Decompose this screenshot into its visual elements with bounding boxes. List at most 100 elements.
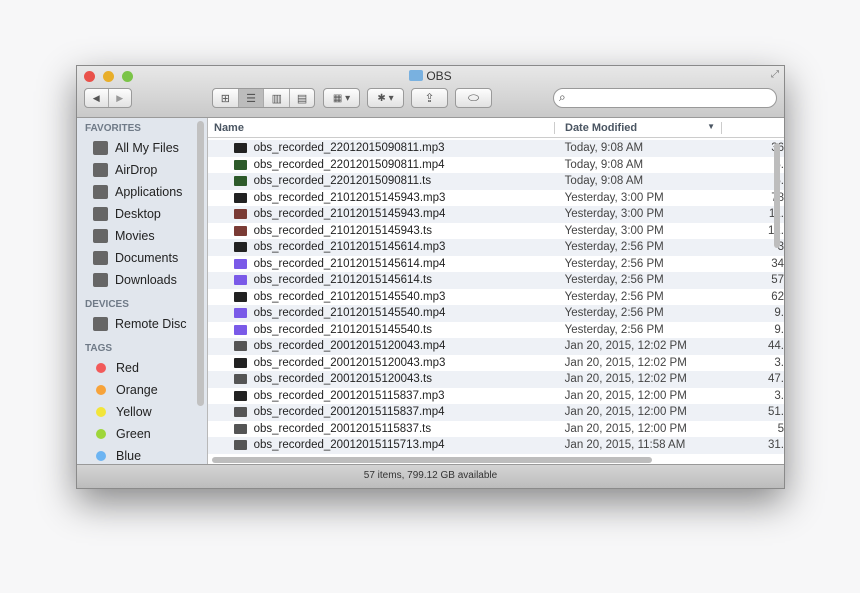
share-button[interactable]: ⇪ — [411, 88, 448, 108]
sidebar-item-movies[interactable]: Movies — [77, 225, 207, 247]
file-row[interactable]: obs_recorded_22012015090811.mp4 Today, 9:… — [208, 157, 784, 174]
file-row[interactable]: obs_recorded_20012015115713.mp4 Jan 20, 2… — [208, 437, 784, 454]
file-name: obs_recorded_22012015090811.mp3 — [253, 142, 445, 155]
file-name: obs_recorded_20012015115837.mp3 — [253, 389, 445, 402]
file-date: Today, 9:08 AM — [564, 175, 644, 188]
file-name: obs_recorded_22012015090811.ts — [253, 175, 432, 188]
devices-heading: DEVICES — [85, 299, 129, 310]
video-file-icon — [234, 374, 247, 385]
video-file-icon — [234, 440, 247, 451]
file-row[interactable]: obs_recorded_21012015145540.mp4 Yesterday… — [208, 305, 784, 322]
file-size: 3. — [774, 356, 784, 369]
file-row[interactable]: obs_recorded_20012015120043.mp4 Jan 20, 2… — [208, 338, 784, 355]
file-row[interactable]: obs_recorded_20012015115837.mp3 Jan 20, 2… — [208, 388, 784, 405]
file-name: obs_recorded_21012015145943.mp4 — [253, 208, 446, 221]
file-date: Jan 20, 2015, 12:02 PM — [564, 373, 687, 386]
file-row[interactable]: obs_recorded_21012015145943.ts Yesterday,… — [208, 223, 784, 240]
file-row[interactable]: obs_recorded_21012015145614.mp4 Yesterday… — [208, 256, 784, 273]
sidebar-item-label: Yellow — [116, 405, 152, 419]
date-column-header[interactable]: Date Modified ▼ — [555, 121, 722, 134]
file-row[interactable]: obs_recorded_21012015145614.ts Yesterday,… — [208, 272, 784, 289]
video-file-icon — [234, 159, 247, 170]
sidebar-item-blue[interactable]: Blue — [77, 445, 207, 465]
sidebar-item-applications[interactable]: Applications — [77, 181, 207, 203]
file-name: obs_recorded_20012015115713.mp4 — [253, 439, 445, 452]
file-row[interactable]: obs_recorded_21012015145943.mp3 Yesterday… — [208, 190, 784, 207]
file-date: Yesterday, 2:56 PM — [564, 257, 664, 270]
file-date: Jan 20, 2015, 11:58 AM — [564, 439, 686, 452]
sidebar-item-orange[interactable]: Orange — [77, 379, 207, 401]
file-size: 9. — [774, 307, 784, 320]
action-gear-button[interactable]: ✱ ▾ — [367, 88, 404, 108]
file-row[interactable]: obs_recorded_20012015120043.mp3 Jan 20, 2… — [208, 355, 784, 372]
tags-heading: TAGS — [85, 343, 113, 354]
file-row[interactable]: obs_recorded_21012015145540.mp3 Yesterday… — [208, 289, 784, 306]
icon-view-button[interactable]: ⊞ — [213, 89, 239, 107]
video-file-icon — [234, 423, 247, 434]
file-row[interactable]: obs_recorded_21012015145943.mp4 Yesterday… — [208, 206, 784, 223]
file-size: 9. — [774, 323, 784, 336]
file-row[interactable]: obs_recorded_21012015145540.ts Yesterday,… — [208, 322, 784, 339]
arrange-button[interactable]: ▦ ▾ — [323, 88, 360, 108]
file-name: obs_recorded_21012015145943.ts — [253, 224, 432, 237]
sidebar-scrollbar[interactable] — [197, 121, 204, 406]
file-row[interactable]: obs_recorded_20012015115837.ts Jan 20, 20… — [208, 421, 784, 438]
toolbar: OBS ⤢ ◀ ▶ ⊞ ☰ ▥ ▤ ▦ ▾ ✱ ▾ ⇪ ⬭ ⌕ — [77, 66, 784, 118]
sidebar-item-yellow[interactable]: Yellow — [77, 401, 207, 423]
file-name: obs_recorded_21012015145614.mp3 — [253, 241, 446, 254]
sidebar-item-label: AirDrop — [115, 163, 158, 177]
file-name: obs_recorded_21012015145943.mp3 — [253, 191, 446, 204]
file-row[interactable]: obs_recorded_22012015090811.mp3 Today, 9:… — [208, 140, 784, 157]
file-name: obs_recorded_20012015120043.ts — [253, 373, 432, 386]
audio-file-icon — [234, 357, 247, 368]
file-row[interactable]: obs_recorded_20012015120043.ts Jan 20, 20… — [208, 371, 784, 388]
sidebar-item-label: Green — [116, 427, 151, 441]
sidebar-item-red[interactable]: Red — [77, 357, 207, 379]
audio-file-icon — [234, 143, 247, 154]
sidebar-item-downloads[interactable]: Downloads — [77, 269, 207, 291]
sidebar-item-label: Remote Disc — [115, 317, 187, 331]
coverflow-view-button[interactable]: ▤ — [290, 89, 314, 107]
file-row[interactable]: obs_recorded_20012015115837.mp4 Jan 20, 2… — [208, 404, 784, 421]
file-date: Yesterday, 3:00 PM — [564, 224, 664, 237]
file-name: obs_recorded_21012015145540.ts — [253, 323, 432, 336]
file-name: obs_recorded_20012015120043.mp4 — [253, 340, 446, 353]
back-button[interactable]: ◀ — [85, 89, 109, 107]
video-file-icon — [234, 308, 247, 319]
file-row[interactable]: obs_recorded_22012015090811.ts Today, 9:0… — [208, 173, 784, 190]
audio-file-icon — [234, 192, 247, 203]
sidebar-item-remote-disc[interactable]: Remote Disc — [77, 313, 207, 335]
sidebar-item-label: Movies — [115, 229, 155, 243]
movies-icon — [93, 229, 108, 243]
file-name: obs_recorded_20012015115837.ts — [253, 422, 432, 435]
sidebar-item-label: Downloads — [115, 273, 177, 287]
sidebar-item-airdrop[interactable]: AirDrop — [77, 159, 207, 181]
file-date: Yesterday, 2:56 PM — [564, 274, 664, 287]
file-row[interactable]: obs_recorded_21012015145614.mp3 Yesterday… — [208, 239, 784, 256]
file-size: 44. — [768, 340, 784, 353]
file-date: Jan 20, 2015, 12:00 PM — [564, 422, 687, 435]
vertical-scrollbar[interactable] — [774, 143, 780, 248]
tag-button[interactable]: ⬭ — [455, 88, 492, 108]
title-text: OBS — [426, 69, 452, 83]
all-files-icon — [93, 141, 108, 155]
sidebar-item-desktop[interactable]: Desktop — [77, 203, 207, 225]
horizontal-scrollbar[interactable] — [212, 457, 652, 463]
list-view-button[interactable]: ☰ — [238, 89, 265, 107]
sidebar-item-green[interactable]: Green — [77, 423, 207, 445]
column-view-button[interactable]: ▥ — [264, 89, 291, 107]
name-column-header[interactable]: Name — [208, 121, 555, 134]
search-icon: ⌕ — [559, 90, 566, 104]
file-date: Today, 9:08 AM — [564, 142, 644, 155]
sidebar-item-all-my-files[interactable]: All My Files — [77, 137, 207, 159]
search-input[interactable]: ⌕ — [553, 88, 777, 108]
file-name: obs_recorded_20012015115837.mp4 — [253, 406, 445, 419]
forward-button[interactable]: ▶ — [109, 89, 132, 107]
audio-file-icon — [234, 390, 247, 401]
file-name: obs_recorded_21012015145540.mp4 — [253, 307, 446, 320]
file-size: 34 — [771, 257, 784, 270]
video-file-icon — [234, 209, 247, 220]
file-size: 47. — [768, 373, 784, 386]
sidebar-item-documents[interactable]: Documents — [77, 247, 207, 269]
fullscreen-icon[interactable]: ⤢ — [771, 69, 779, 80]
